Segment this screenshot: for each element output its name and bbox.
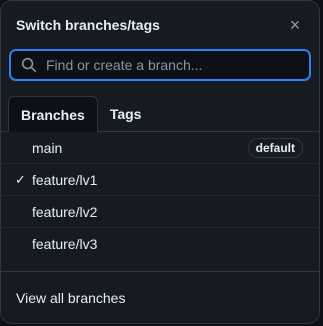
search-icon bbox=[21, 57, 37, 73]
search-container bbox=[1, 49, 319, 81]
branch-name: main bbox=[32, 139, 63, 156]
close-icon[interactable]: × bbox=[285, 15, 305, 35]
view-all-branches-link[interactable]: View all branches bbox=[1, 271, 319, 323]
branch-item-feature-lv3[interactable]: feature/lv3 bbox=[1, 228, 319, 260]
tab-branches[interactable]: Branches bbox=[8, 96, 98, 132]
tab-bar: Branches Tags bbox=[1, 96, 319, 132]
default-badge: default bbox=[247, 137, 303, 158]
branch-name: feature/lv3 bbox=[32, 236, 98, 252]
branch-item-feature-lv2[interactable]: feature/lv2 bbox=[1, 196, 319, 228]
panel-title: Switch branches/tags bbox=[16, 17, 160, 33]
branch-item-main[interactable]: main default bbox=[1, 132, 319, 164]
tab-tags[interactable]: Tags bbox=[98, 96, 154, 131]
check-icon: ✓ bbox=[15, 171, 26, 187]
branch-name: feature/lv2 bbox=[32, 203, 98, 220]
branch-item-feature-lv1[interactable]: ✓ feature/lv1 bbox=[1, 164, 319, 196]
search-input[interactable] bbox=[46, 57, 299, 73]
branch-list: main default ✓ feature/lv1 feature/lv2 f… bbox=[1, 132, 319, 260]
branch-name: feature/lv1 bbox=[32, 171, 98, 188]
panel-header: Switch branches/tags × bbox=[1, 1, 319, 49]
search-box[interactable] bbox=[9, 49, 311, 81]
branch-switcher-panel: Switch branches/tags × Branches Tags mai… bbox=[0, 0, 320, 324]
